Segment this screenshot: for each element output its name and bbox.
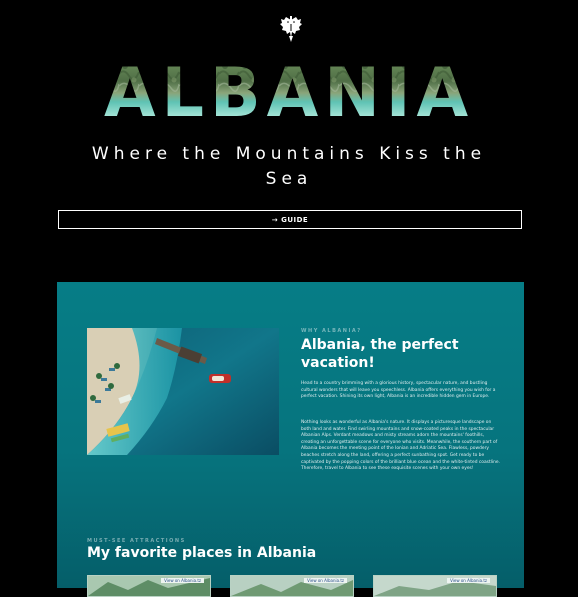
- attractions-title: My favorite places in Albania: [87, 545, 317, 561]
- attraction-card[interactable]: View on Albania.tz: [230, 575, 354, 597]
- attraction-card[interactable]: View on Albania.tz: [373, 575, 497, 597]
- hero-title: ALBANIA: [0, 60, 578, 120]
- why-title: Albania, the perfect vacation!: [301, 337, 459, 371]
- attraction-card-link[interactable]: View on Albania.tz: [161, 578, 204, 583]
- attraction-card-link[interactable]: View on Albania.tz: [304, 578, 347, 583]
- hero-tagline: Where the Mountains Kiss the Sea: [91, 144, 487, 189]
- why-eyebrow: WHY ALBANIA?: [301, 328, 362, 334]
- attraction-card-link[interactable]: View on Albania.tz: [447, 578, 490, 583]
- attraction-card[interactable]: View on Albania.tz: [87, 575, 211, 597]
- content-panel: WHY ALBANIA? Albania, the perfect vacati…: [57, 282, 524, 597]
- albanian-eagle-icon: [280, 16, 302, 42]
- why-paragraph-2: Nothing looks as wonderful as Albania's …: [301, 420, 500, 472]
- why-paragraph-1: Head to a country brimming with a glorio…: [301, 381, 496, 400]
- beach-photo: [87, 328, 279, 455]
- hero-title-text: ALBANIA: [104, 60, 474, 120]
- attractions-eyebrow: MUST-SEE ATTRACTIONS: [87, 538, 186, 544]
- guide-button[interactable]: → GUIDE: [58, 210, 522, 229]
